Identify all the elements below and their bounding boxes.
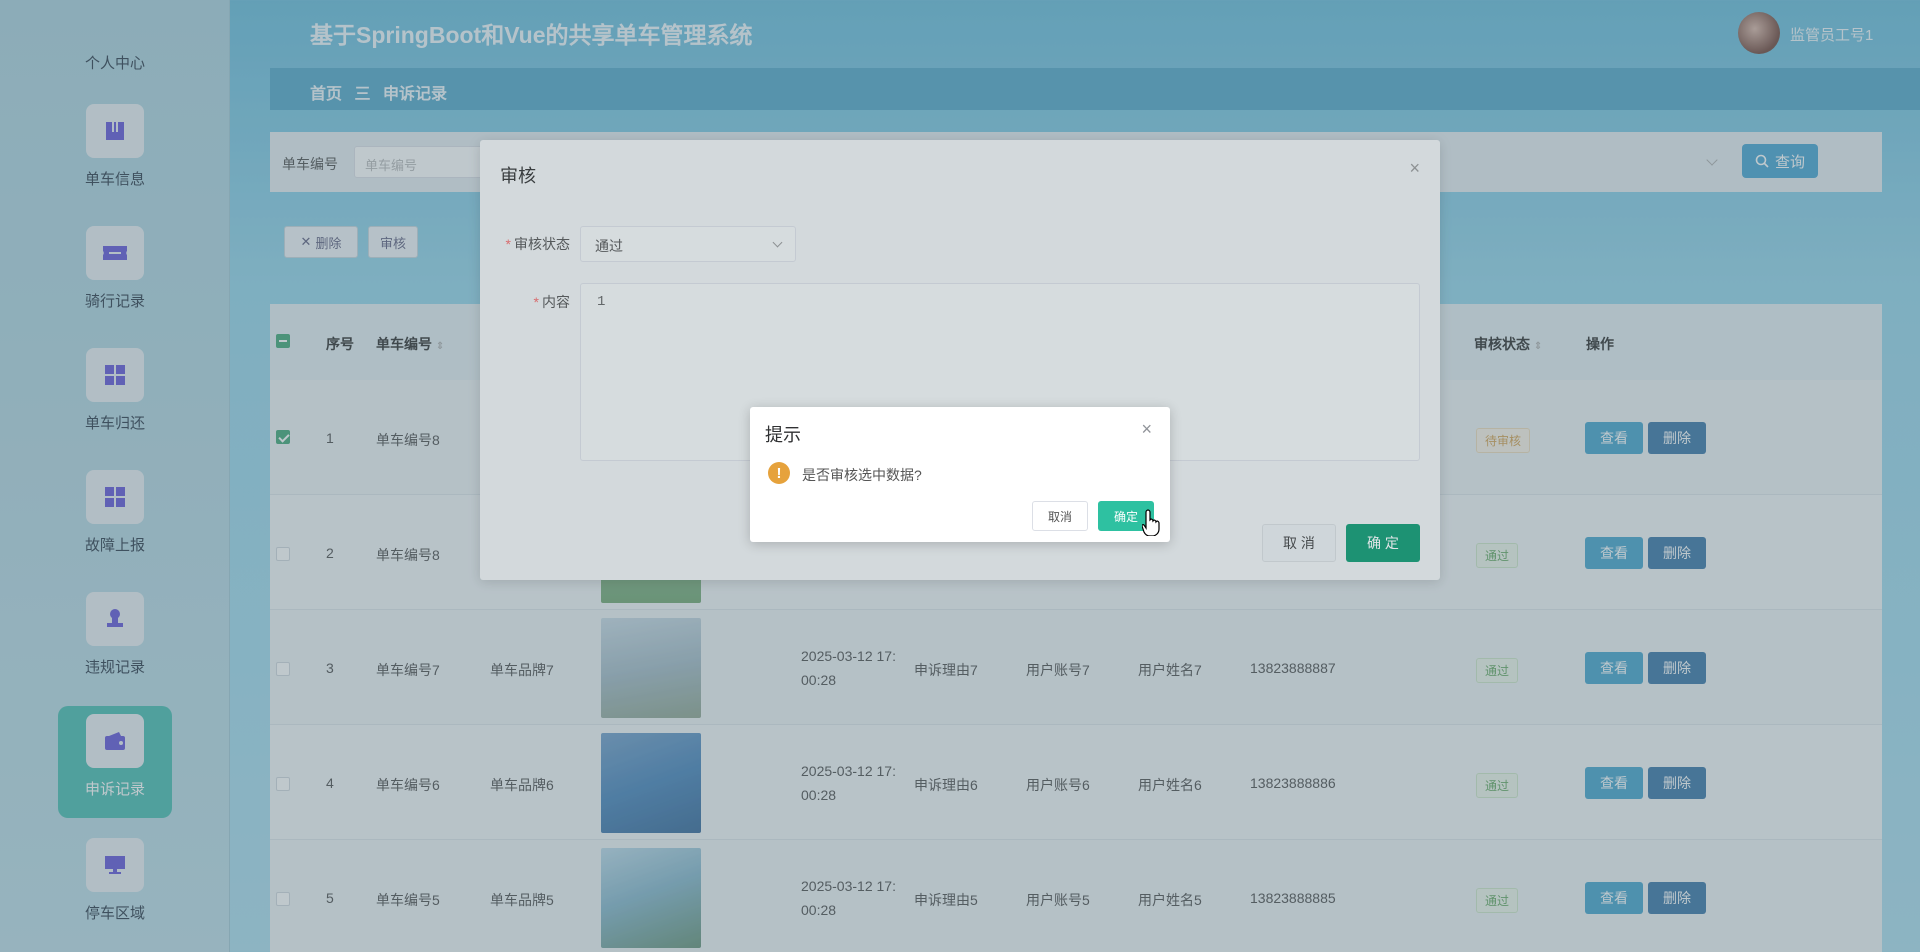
confirm-dialog: 提示 × ! 是否审核选中数据? 取消 确定 xyxy=(750,407,1170,542)
warning-icon: ! xyxy=(768,462,790,484)
hand-cursor-icon xyxy=(1142,509,1160,536)
confirm-title: 提示 xyxy=(765,425,801,445)
confirm-message: 是否审核选中数据? xyxy=(802,467,922,483)
confirm-cancel-button[interactable]: 取消 xyxy=(1032,501,1088,531)
close-icon[interactable]: × xyxy=(1141,419,1152,440)
